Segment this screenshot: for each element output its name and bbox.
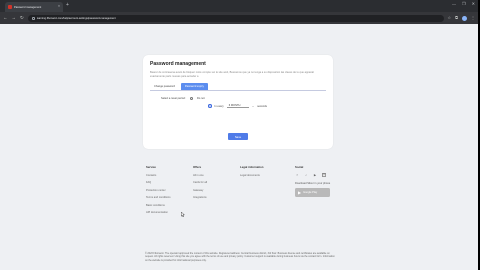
footer-link[interactable]: All in one <box>193 174 207 177</box>
menu-icon[interactable]: ⋮ <box>471 16 475 20</box>
maximize-icon[interactable]: ❐ <box>462 2 466 6</box>
footer-link[interactable]: Terms and conditions <box>146 196 171 199</box>
footer-link[interactable]: API documentation <box>146 211 171 214</box>
chevron-down-icon[interactable]: ⌄ <box>252 104 255 108</box>
footer-link[interactable]: Contacts <box>146 174 171 177</box>
close-window-icon[interactable]: ✕ <box>472 2 475 6</box>
address-bar[interactable]: learning.fibonacci.com/help/account-sett… <box>27 14 444 22</box>
close-tab-icon[interactable]: × <box>58 5 60 9</box>
footer-col-title: Social <box>295 165 304 169</box>
forward-icon[interactable]: → <box>12 15 17 21</box>
footer-link[interactable]: Gateway <box>193 189 207 192</box>
footer-link[interactable]: Cards for all <box>193 181 207 184</box>
extensions-icon[interactable]: ⧉ <box>455 16 458 20</box>
interval-row: In every 6 MONTH ⌄ seconds <box>150 104 326 108</box>
interval-select[interactable]: 6 MONTH <box>226 104 249 108</box>
browser-tab[interactable]: Password management × <box>5 2 63 12</box>
page-content: Password management Bearer de contrasena… <box>0 24 478 270</box>
profile-avatar[interactable] <box>462 15 467 21</box>
star-icon[interactable]: ☆ <box>448 16 452 20</box>
new-tab-icon[interactable]: + <box>66 3 69 8</box>
save-button[interactable]: Save <box>228 133 248 140</box>
screen-frame: Password management × + — ❐ ✕ ← → ↻ lear… <box>0 0 480 270</box>
tab-change-password[interactable]: Change password <box>150 83 179 90</box>
play-store-icon: ▶ <box>298 189 302 195</box>
radio-interval[interactable] <box>208 104 212 108</box>
tab-strip: Password management × + — ❐ ✕ <box>0 0 478 12</box>
footer-link[interactable]: Basic conditions <box>146 204 171 207</box>
footer-col-title: Service <box>146 165 156 169</box>
reload-icon[interactable]: ↻ <box>20 15 24 21</box>
card-description: Bearer de contrasena avant de bloquer no… <box>150 71 314 78</box>
tab-title: Password management <box>14 5 42 9</box>
footer-link[interactable]: FAQ <box>146 181 171 184</box>
footer-col-offers: Offers All in one Cards for all Gateway … <box>193 165 207 199</box>
social-icons: f ♪ ▶ ▣ <box>295 173 330 177</box>
footer-col-service: Service Contacts FAQ Protection center T… <box>146 165 171 214</box>
footer-link[interactable]: Protection center <box>146 189 171 192</box>
google-play-button[interactable]: ▶ Google Play <box>295 188 330 198</box>
facebook-icon[interactable]: f <box>295 173 299 177</box>
footer-col-title: Offers <box>193 165 202 169</box>
password-card: Password management Bearer de contrasena… <box>143 55 333 149</box>
footer-col-title: Legal information <box>240 165 264 169</box>
browser-window: Password management × + — ❐ ✕ ← → ↻ lear… <box>0 0 478 270</box>
radio-interval-label: In every <box>214 104 224 108</box>
app-download-title: Download Slicer in your phone <box>295 182 331 185</box>
footer-col-social: Social f ♪ ▶ ▣ Download Slicer in your p… <box>295 165 331 198</box>
radio-never-label: Do not <box>197 96 205 100</box>
reset-period-row: Select a reset period: Do not <box>150 96 326 100</box>
toolbar-actions: ☆ ⧉ ⋮ <box>448 15 475 21</box>
back-icon[interactable]: ← <box>3 15 8 21</box>
tiktok-icon[interactable]: ♪ <box>304 173 308 177</box>
instagram-icon[interactable]: ▣ <box>322 173 326 177</box>
minimize-icon[interactable]: — <box>452 2 456 6</box>
page-title: Password management <box>150 61 206 67</box>
youtube-icon[interactable]: ▶ <box>313 173 317 177</box>
interval-unit: seconds <box>257 104 267 108</box>
footer-col-legal: Legal information Legal documents <box>240 165 263 177</box>
tab-password-expiry[interactable]: Password expiry <box>180 82 208 90</box>
browser-toolbar: ← → ↻ learning.fibonacci.com/help/accoun… <box>0 12 478 24</box>
url-text: learning.fibonacci.com/help/account-sett… <box>36 16 116 20</box>
lock-icon <box>31 16 35 20</box>
footer-link[interactable]: Integrations <box>193 196 207 199</box>
radio-never[interactable] <box>189 96 194 100</box>
favicon-icon <box>8 5 12 9</box>
footer-link[interactable]: Legal documents <box>240 174 263 177</box>
legal-text: © 2023 Fibonacci. The operator approved … <box>145 252 335 262</box>
reset-period-label: Select a reset period: <box>161 96 186 100</box>
window-controls: — ❐ ✕ <box>452 2 475 6</box>
google-play-label: Google Play <box>303 191 318 195</box>
settings-tabs: Change password Password expiry <box>150 82 326 91</box>
mouse-cursor-icon <box>181 212 185 217</box>
